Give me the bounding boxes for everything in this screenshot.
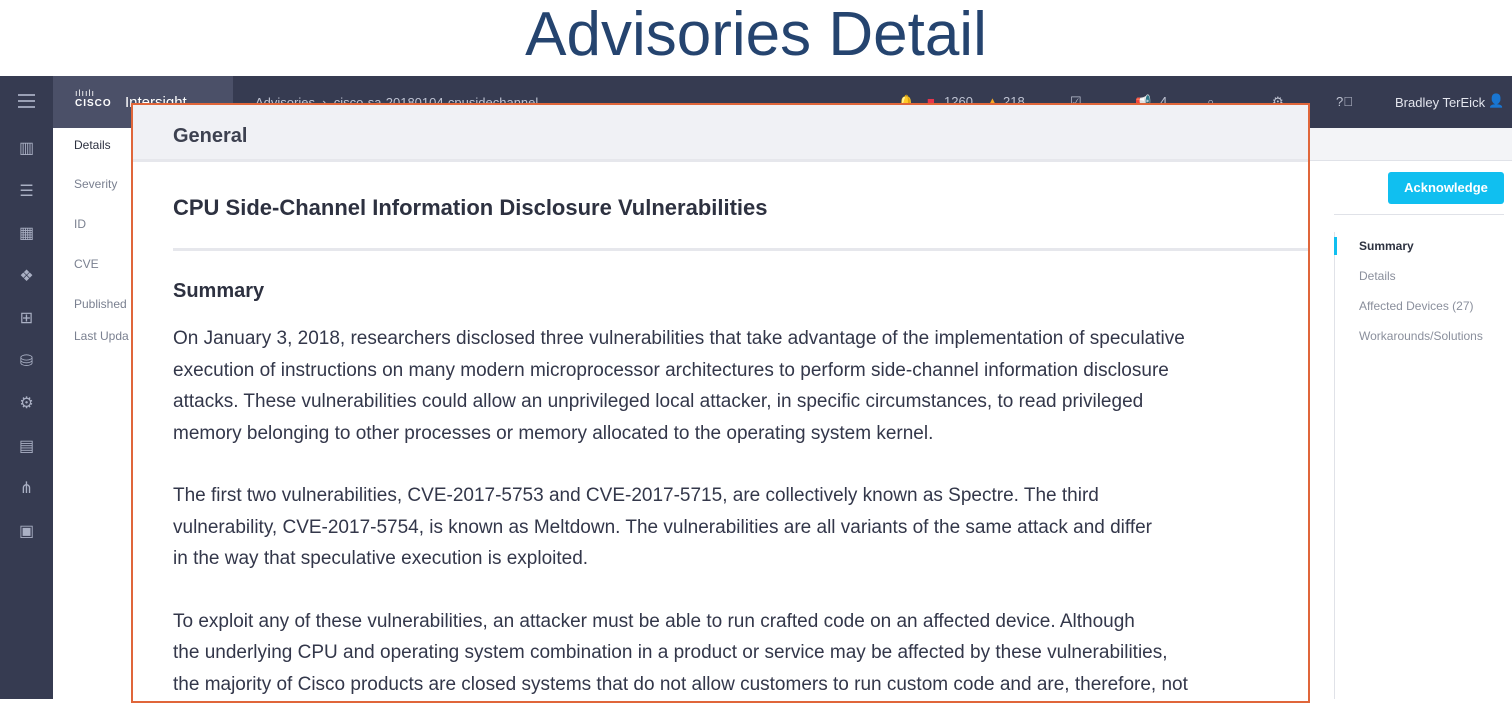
active-indicator <box>1334 237 1337 255</box>
nav-details[interactable]: Details <box>1359 269 1396 283</box>
help-icon[interactable]: ?⃝ <box>1336 94 1353 109</box>
details-sidebar: Details Severity ID CVE Published Last U… <box>53 128 133 699</box>
nav-summary[interactable]: Summary <box>1359 239 1414 253</box>
policies-icon[interactable]: ⚙ <box>0 383 53 426</box>
tab-details[interactable]: Details <box>74 138 111 152</box>
field-last-updated: Last Upda <box>74 329 129 343</box>
section-nav: Summary Details Affected Devices (27) Wo… <box>1334 232 1512 699</box>
fabric-icon[interactable]: ⊞ <box>0 298 53 341</box>
acknowledge-button[interactable]: Acknowledge <box>1388 172 1504 204</box>
field-id: ID <box>74 217 86 231</box>
nav-affected-devices[interactable]: Affected Devices (27) <box>1359 299 1474 313</box>
panel-header: General <box>133 105 1308 162</box>
devices-icon[interactable]: ▣ <box>0 511 53 554</box>
topology-icon[interactable]: ⋔ <box>0 468 53 511</box>
nav-workarounds[interactable]: Workarounds/Solutions <box>1359 329 1483 343</box>
brand: CISCO <box>75 98 112 109</box>
summary-paragraph: To exploit any of these vulnerabilities,… <box>173 610 1188 695</box>
chassis-icon[interactable]: ▦ <box>0 213 53 256</box>
servers-icon[interactable]: ☰ <box>0 171 53 214</box>
general-panel-highlight: General CPU Side-Channel Information Dis… <box>131 103 1310 703</box>
summary-body: On January 3, 2018, researchers disclose… <box>173 323 1308 701</box>
summary-paragraph: The first two vulnerabilities, CVE-2017-… <box>173 485 1153 569</box>
dashboard-icon[interactable]: ▥ <box>0 128 53 171</box>
cisco-logo-bars-icon: ılıılı <box>75 88 96 98</box>
summary-paragraph: On January 3, 2018, researchers disclose… <box>173 328 1185 444</box>
field-cve: CVE <box>74 257 99 271</box>
menu-icon[interactable] <box>18 94 35 108</box>
divider <box>1334 214 1504 215</box>
divider <box>173 248 1308 251</box>
summary-heading: Summary <box>173 280 265 302</box>
storage-icon[interactable]: ⛁ <box>0 341 53 384</box>
field-severity: Severity <box>74 177 118 191</box>
page-title: Advisories Detail <box>525 0 987 69</box>
advisory-title: CPU Side-Channel Information Disclosure … <box>173 195 768 220</box>
field-published: Published <box>74 297 127 311</box>
user-name[interactable]: Bradley TerEick <box>1395 95 1485 110</box>
profiles-icon[interactable]: ▤ <box>0 426 53 469</box>
left-rail: ▥ ☰ ▦ ❖ ⊞ ⛁ ⚙ ▤ ⋔ ▣ <box>0 128 53 699</box>
hyperflex-icon[interactable]: ❖ <box>0 256 53 299</box>
user-icon[interactable]: 👤 <box>1488 93 1504 109</box>
